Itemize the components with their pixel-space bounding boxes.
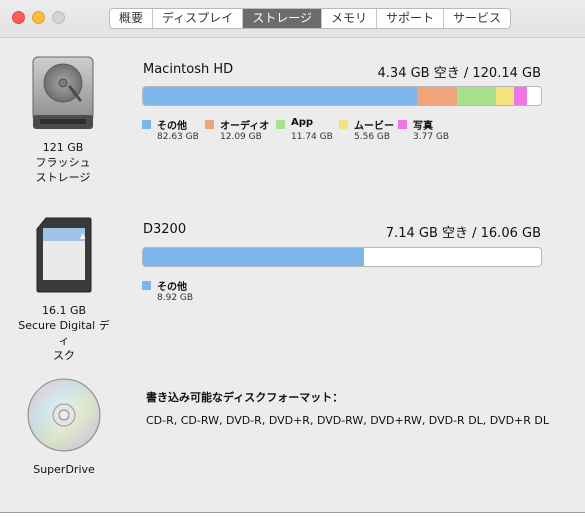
optical-disc-icon: [27, 378, 101, 452]
drive-1-free-space: 4.34 GB 空き / 120.14 GB: [377, 66, 541, 81]
drive-2-name: D3200: [143, 222, 187, 237]
drive-1-caption: 121 GB フラッシュ ストレージ: [20, 140, 106, 185]
drive-1-type: フラッシュ: [35, 156, 91, 169]
zoom-button[interactable]: [52, 11, 65, 24]
legend-swatch: [142, 120, 151, 129]
about-this-mac-window: 概要 ディスプレイ ストレージ メモリ サポート サービス 121 GB フラッ…: [0, 0, 585, 512]
legend-label: オーディオ: [220, 121, 270, 132]
drive-2-caption: 16.1 GB Secure Digital ディ スク: [14, 303, 114, 363]
drive-2-type-line2: スク: [53, 349, 75, 362]
legend-swatch: [276, 120, 285, 129]
drive-1-type-line2: ストレージ: [35, 171, 91, 184]
hard-drive-icon: [32, 56, 94, 129]
drive-1-capacity: 121 GB: [42, 141, 84, 154]
legend-label: ムービー: [354, 121, 394, 132]
sd-card-icon: ▲: [36, 217, 92, 293]
drive-1-name: Macintosh HD: [143, 62, 234, 77]
legend-label: その他: [157, 282, 187, 293]
legend-size: 8.92 GB: [157, 293, 194, 303]
background-window-edge: [0, 512, 585, 517]
legend-swatch: [205, 120, 214, 129]
close-button[interactable]: [12, 11, 25, 24]
tab-service[interactable]: サービス: [444, 9, 510, 28]
tab-displays[interactable]: ディスプレイ: [153, 9, 244, 28]
tab-storage[interactable]: ストレージ: [243, 9, 322, 28]
tab-bar: 概要 ディスプレイ ストレージ メモリ サポート サービス: [109, 8, 511, 29]
legend-label: App: [291, 117, 314, 128]
usage-segment: [143, 87, 417, 105]
legend-size: 11.74 GB: [291, 132, 333, 142]
storage-panel: 121 GB フラッシュ ストレージ Macintosh HD 4.34 GB …: [0, 39, 585, 512]
legend-label: その他: [157, 121, 187, 132]
usage-segment: [496, 87, 515, 105]
usage-segment: [416, 87, 457, 105]
drive-2-free-space: 7.14 GB 空き / 16.06 GB: [385, 226, 541, 241]
tab-memory[interactable]: メモリ: [322, 9, 377, 28]
minimize-button[interactable]: [32, 11, 45, 24]
svg-text:▲: ▲: [80, 232, 86, 240]
optical-drive-caption: SuperDrive: [33, 463, 95, 476]
usage-segment: [143, 248, 364, 266]
tab-support[interactable]: サポート: [377, 9, 444, 28]
legend-swatch: [339, 120, 348, 129]
drive-2-usage-bar: [142, 247, 542, 267]
legend-size: 3.77 GB: [413, 132, 450, 142]
drive-2-capacity: 16.1 GB: [41, 304, 87, 317]
drive-1-usage-bar: [142, 86, 542, 106]
drive-2-type: Secure Digital ディ: [18, 319, 110, 347]
tab-overview[interactable]: 概要: [110, 9, 154, 28]
writable-formats-list: CD-R, CD-RW, DVD-R, DVD+R, DVD-RW, DVD+R…: [146, 414, 550, 427]
usage-segment: [514, 87, 527, 105]
title-bar: 概要 ディスプレイ ストレージ メモリ サポート サービス: [0, 0, 585, 38]
writable-formats-title: 書き込み可能なディスクフォーマット：: [146, 391, 344, 404]
legend-size: 5.56 GB: [354, 132, 391, 142]
legend-swatch: [142, 281, 151, 290]
legend-size: 82.63 GB: [157, 132, 199, 142]
legend-label: 写真: [413, 121, 433, 132]
legend-swatch: [398, 120, 407, 129]
legend-size: 12.09 GB: [220, 132, 262, 142]
usage-segment: [457, 87, 496, 105]
